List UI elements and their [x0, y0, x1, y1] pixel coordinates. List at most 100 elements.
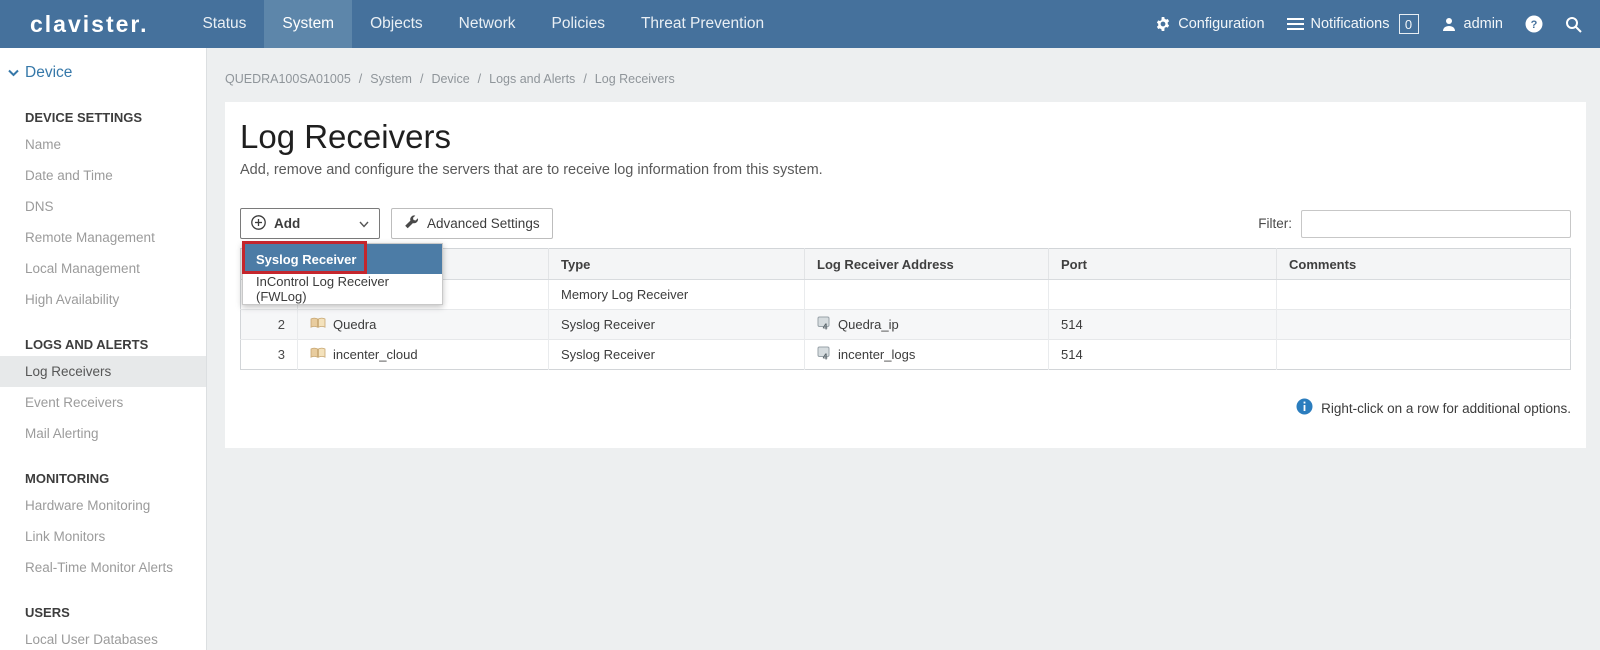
column-header-address: Log Receiver Address — [805, 249, 1049, 280]
breadcrumb-log-receivers[interactable]: Log Receivers — [595, 72, 675, 86]
sidebar-item-mail-alerting[interactable]: Mail Alerting — [0, 418, 206, 449]
configuration-button[interactable]: Configuration — [1155, 16, 1264, 32]
sidebar-item-date-and-time[interactable]: Date and Time — [0, 160, 206, 191]
nav-item-objects[interactable]: Objects — [352, 0, 441, 48]
notifications-label: Notifications — [1311, 16, 1390, 32]
help-button[interactable]: ? — [1525, 15, 1543, 33]
section-title: USERS — [0, 597, 206, 624]
nav-item-label: Network — [459, 15, 516, 33]
search-icon — [1565, 16, 1582, 33]
svg-text:4: 4 — [823, 322, 828, 331]
column-header-port: Port — [1049, 249, 1277, 280]
wrench-icon — [404, 215, 419, 233]
sidebar-section-monitoring: MONITORING Hardware Monitoring Link Moni… — [0, 463, 206, 583]
gear-icon — [1155, 16, 1171, 32]
sidebar-item-name[interactable]: Name — [0, 129, 206, 160]
cell-type: Syslog Receiver — [549, 310, 805, 340]
svg-text:4: 4 — [823, 352, 828, 361]
cell-comments — [1277, 340, 1571, 370]
sidebar-section-device-settings: DEVICE SETTINGS Name Date and Time DNS R… — [0, 102, 206, 315]
breadcrumb-logs-and-alerts[interactable]: Logs and Alerts — [489, 72, 575, 86]
advanced-settings-label: Advanced Settings — [427, 216, 540, 231]
breadcrumb: QUEDRA100SA01005 / System / Device / Logs a… — [225, 72, 1586, 86]
log-receiver-object-icon — [310, 317, 326, 332]
logo-text: clavister. — [30, 11, 148, 38]
dropdown-item-label: InControl Log Receiver (FWLog) — [256, 274, 429, 304]
sidebar-item-log-receivers[interactable]: Log Receivers — [0, 356, 206, 387]
table-row-quedra[interactable]: 2 Quedra Syslog Receiver 4 — [241, 310, 1571, 340]
configuration-label: Configuration — [1178, 16, 1264, 32]
nav-item-label: Status — [202, 15, 246, 33]
ipv4-address-icon: 4 — [817, 346, 831, 363]
info-icon — [1296, 398, 1313, 418]
user-menu-button[interactable]: admin — [1441, 16, 1504, 32]
nav-item-label: Threat Prevention — [641, 15, 764, 33]
nav-item-label: Policies — [552, 15, 605, 33]
table-row-incenter-cloud[interactable]: 3 incenter_cloud Syslog Receiver — [241, 340, 1571, 370]
plus-circle-icon — [251, 215, 266, 233]
nav-item-threat-prevention[interactable]: Threat Prevention — [623, 0, 782, 48]
page-title: Log Receivers — [240, 118, 1571, 156]
column-header-type: Type — [549, 249, 805, 280]
cell-type: Syslog Receiver — [549, 340, 805, 370]
cell-comments — [1277, 310, 1571, 340]
breadcrumb-device[interactable]: Device — [431, 72, 469, 86]
section-title: MONITORING — [0, 463, 206, 490]
ipv4-address-icon: 4 — [817, 316, 831, 333]
nav-item-status[interactable]: Status — [184, 0, 264, 48]
cell-comments — [1277, 280, 1571, 310]
breadcrumb-separator: / — [478, 72, 481, 86]
nav-item-network[interactable]: Network — [441, 0, 534, 48]
log-receivers-card: Log Receivers Add, remove and configure … — [225, 102, 1586, 448]
breadcrumb-separator: / — [359, 72, 362, 86]
sidebar-root-label: Device — [25, 64, 72, 82]
sidebar-item-local-user-databases[interactable]: Local User Databases — [0, 624, 206, 650]
notifications-button[interactable]: Notifications 0 — [1287, 14, 1419, 34]
sidebar-item-link-monitors[interactable]: Link Monitors — [0, 521, 206, 552]
cell-number: 2 — [241, 310, 298, 340]
right-click-hint: Right-click on a row for additional opti… — [240, 398, 1571, 418]
sidebar-item-remote-management[interactable]: Remote Management — [0, 222, 206, 253]
navbar-right: Configuration Notifications 0 admin ? — [1155, 0, 1600, 48]
nav-item-system[interactable]: System — [264, 0, 352, 48]
dropdown-item-syslog-receiver[interactable]: Syslog Receiver — [243, 244, 442, 274]
username-label: admin — [1464, 16, 1504, 32]
dropdown-item-incontrol-log-receiver[interactable]: InControl Log Receiver (FWLog) — [243, 274, 442, 304]
cell-name: incenter_cloud — [298, 340, 549, 370]
sidebar-item-hardware-monitoring[interactable]: Hardware Monitoring — [0, 490, 206, 521]
log-receiver-object-icon — [310, 347, 326, 362]
advanced-settings-button[interactable]: Advanced Settings — [391, 208, 553, 239]
cell-address: 4 Quedra_ip — [805, 310, 1049, 340]
nav-item-label: System — [282, 15, 334, 33]
sidebar-section-users: USERS Local User Databases — [0, 597, 206, 650]
clavister-logo: clavister. — [0, 0, 184, 48]
search-button[interactable] — [1565, 16, 1582, 33]
nav-item-policies[interactable]: Policies — [534, 0, 623, 48]
notification-count-badge: 0 — [1399, 14, 1419, 34]
breadcrumb-system[interactable]: System — [370, 72, 412, 86]
add-dropdown-menu: Syslog Receiver InControl Log Receiver (… — [242, 243, 443, 305]
cell-type: Memory Log Receiver — [549, 280, 805, 310]
dropdown-item-label: Syslog Receiver — [256, 252, 356, 267]
filter-label: Filter: — [1258, 216, 1292, 231]
chevron-down-icon — [359, 216, 369, 231]
cell-port: 514 — [1049, 340, 1277, 370]
sidebar-section-logs-and-alerts: LOGS AND ALERTS Log Receivers Event Rece… — [0, 329, 206, 449]
sidebar-root-device[interactable]: Device — [0, 48, 206, 88]
cell-number: 3 — [241, 340, 298, 370]
sidebar-item-local-management[interactable]: Local Management — [0, 253, 206, 284]
toolbar: Add Syslog Receiver InControl Log Receiv… — [240, 208, 1571, 239]
breadcrumb-separator: / — [583, 72, 586, 86]
section-title: DEVICE SETTINGS — [0, 102, 206, 129]
sidebar-item-event-receivers[interactable]: Event Receivers — [0, 387, 206, 418]
add-button[interactable]: Add — [240, 208, 380, 239]
cell-address — [805, 280, 1049, 310]
top-navbar: clavister. Status System Objects Network… — [0, 0, 1600, 48]
filter-input[interactable] — [1301, 210, 1571, 238]
filter-wrap: Filter: — [1258, 210, 1571, 238]
sidebar-item-real-time-monitor-alerts[interactable]: Real-Time Monitor Alerts — [0, 552, 206, 583]
sidebar-item-high-availability[interactable]: High Availability — [0, 284, 206, 315]
breadcrumb-device-name[interactable]: QUEDRA100SA01005 — [225, 72, 351, 86]
sidebar: Device DEVICE SETTINGS Name Date and Tim… — [0, 48, 207, 650]
sidebar-item-dns[interactable]: DNS — [0, 191, 206, 222]
